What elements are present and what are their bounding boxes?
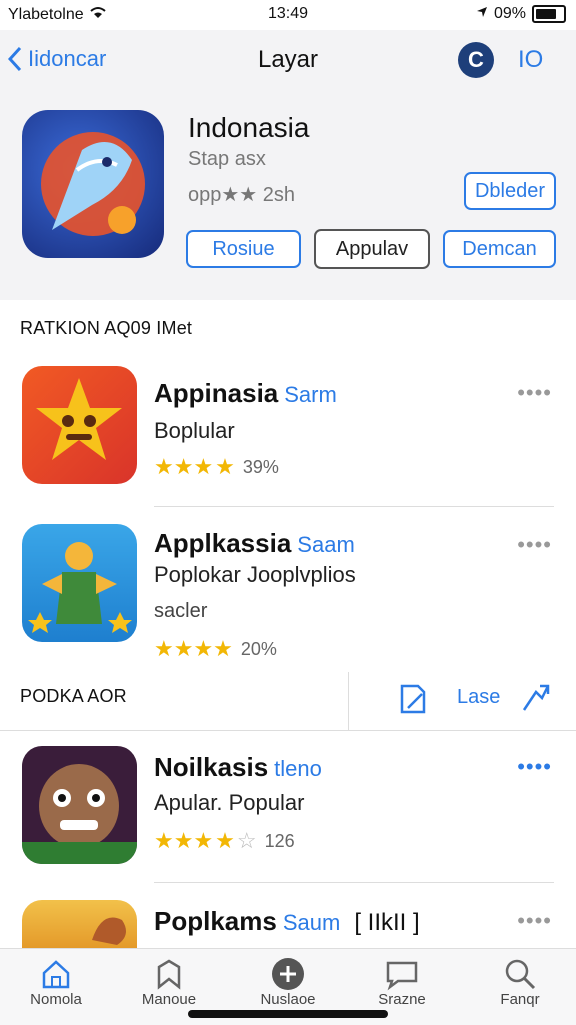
- app-extra: [ IIkII ]: [354, 909, 420, 936]
- bookmark-icon: [119, 957, 219, 991]
- app-icon: [22, 746, 137, 864]
- battery-icon: [532, 5, 566, 23]
- app-category: Apular. Popular: [154, 790, 305, 815]
- hero-button-1[interactable]: Rosiue: [186, 230, 301, 268]
- edit-icon[interactable]: [398, 682, 428, 721]
- app-category: Poplokar Jooplvplios: [154, 562, 356, 587]
- more-options-icon[interactable]: ••••: [517, 908, 552, 934]
- search-icon: [470, 957, 570, 991]
- app-name-text: Appinasia: [154, 378, 279, 408]
- location-arrow-icon: [476, 5, 488, 23]
- tab-label: Fanqr: [500, 991, 540, 1008]
- app-name: Appinasia Sarm: [154, 378, 337, 409]
- tab-label: Nomola: [30, 991, 82, 1008]
- side-action-button[interactable]: Dbleder: [464, 172, 556, 210]
- home-indicator: [188, 1010, 388, 1018]
- star-icon: ★★★★: [154, 636, 233, 661]
- app-icon: [22, 366, 137, 484]
- section-title-ranking: RATKION AQ09 IMet: [20, 318, 193, 338]
- star-rating: ★★★★ 20%: [154, 636, 277, 662]
- share-arrow-icon[interactable]: [520, 682, 552, 719]
- app-name-text: Noilkasis: [154, 752, 269, 782]
- app-tag: Saum: [282, 910, 341, 935]
- divider: [348, 672, 349, 730]
- status-bar: Ylabetolne 13:49 09%: [0, 0, 576, 30]
- star-half-icon: ★: [215, 828, 235, 853]
- chat-icon: [352, 957, 452, 991]
- app-name: Noilkasis tleno: [154, 752, 322, 783]
- featured-app-name: Indonasia: [188, 112, 310, 143]
- tab-home[interactable]: Nomola: [6, 957, 106, 1008]
- star-rating: ★★★ ★ 39%: [154, 454, 279, 480]
- tab-label: Srazne: [378, 991, 426, 1008]
- hero-section: Iidoncar Layar C IO Indonasia Stap asx o…: [0, 30, 576, 300]
- app-icon: [22, 524, 137, 642]
- star-half-icon: ★: [215, 454, 235, 479]
- star-rating: ★★★ ★ ☆ 126: [154, 828, 295, 854]
- star-icon: ★★★: [154, 828, 214, 853]
- divider: [154, 882, 554, 883]
- star-icon: ★★★: [154, 454, 214, 479]
- section-title-popular: PODKA AOR: [20, 686, 127, 706]
- rating-value: 126: [264, 830, 295, 851]
- battery-percent: 09%: [493, 5, 526, 22]
- star-empty-icon: ☆: [236, 828, 257, 853]
- tab-manage[interactable]: Manoue: [119, 957, 219, 1008]
- tab-new[interactable]: Nuslaoe: [238, 957, 338, 1008]
- hero-button-3[interactable]: Demcan: [443, 230, 556, 268]
- app-badge-button[interactable]: C: [458, 42, 494, 78]
- app-tag: Saam: [297, 532, 355, 557]
- section-header-popular: PODKA AOR Lase: [0, 672, 576, 731]
- app-tag: Sarm: [284, 382, 337, 407]
- app-tag: tleno: [274, 756, 322, 781]
- app-name: Poplkams Saum [ IIkII ]: [154, 906, 420, 937]
- featured-app-icon[interactable]: [22, 110, 164, 258]
- more-options-icon[interactable]: ••••: [517, 380, 552, 406]
- rating-value: 39%: [242, 456, 279, 477]
- app-subcategory: sacler: [154, 600, 208, 622]
- plus-icon: [238, 957, 338, 991]
- tab-label: Nuslaoe: [260, 991, 316, 1008]
- status-right: 09%: [476, 5, 566, 23]
- featured-app-rating: opp★★ 2sh: [188, 184, 296, 206]
- featured-app-subtitle: Stap asx: [188, 148, 266, 170]
- divider: [154, 506, 554, 507]
- app-icon: [22, 900, 137, 948]
- app-name: Applkassia Saam: [154, 528, 355, 559]
- more-options-icon[interactable]: ••••: [517, 532, 552, 558]
- app-name-text: Applkassia: [154, 528, 292, 558]
- tab-search[interactable]: Fanqr: [470, 957, 570, 1008]
- app-name-text: Poplkams: [154, 906, 277, 936]
- more-options-icon[interactable]: ••••: [517, 754, 552, 780]
- rating-value: 20%: [240, 638, 277, 659]
- more-nav-button[interactable]: IO: [518, 46, 543, 74]
- home-icon: [6, 957, 106, 991]
- app-category: Boplular: [154, 418, 235, 443]
- hero-button-2[interactable]: Appulav: [314, 229, 430, 269]
- section-action-link[interactable]: Lase: [457, 686, 500, 709]
- tab-label: Manoue: [141, 991, 197, 1008]
- tab-chat[interactable]: Srazne: [352, 957, 452, 1008]
